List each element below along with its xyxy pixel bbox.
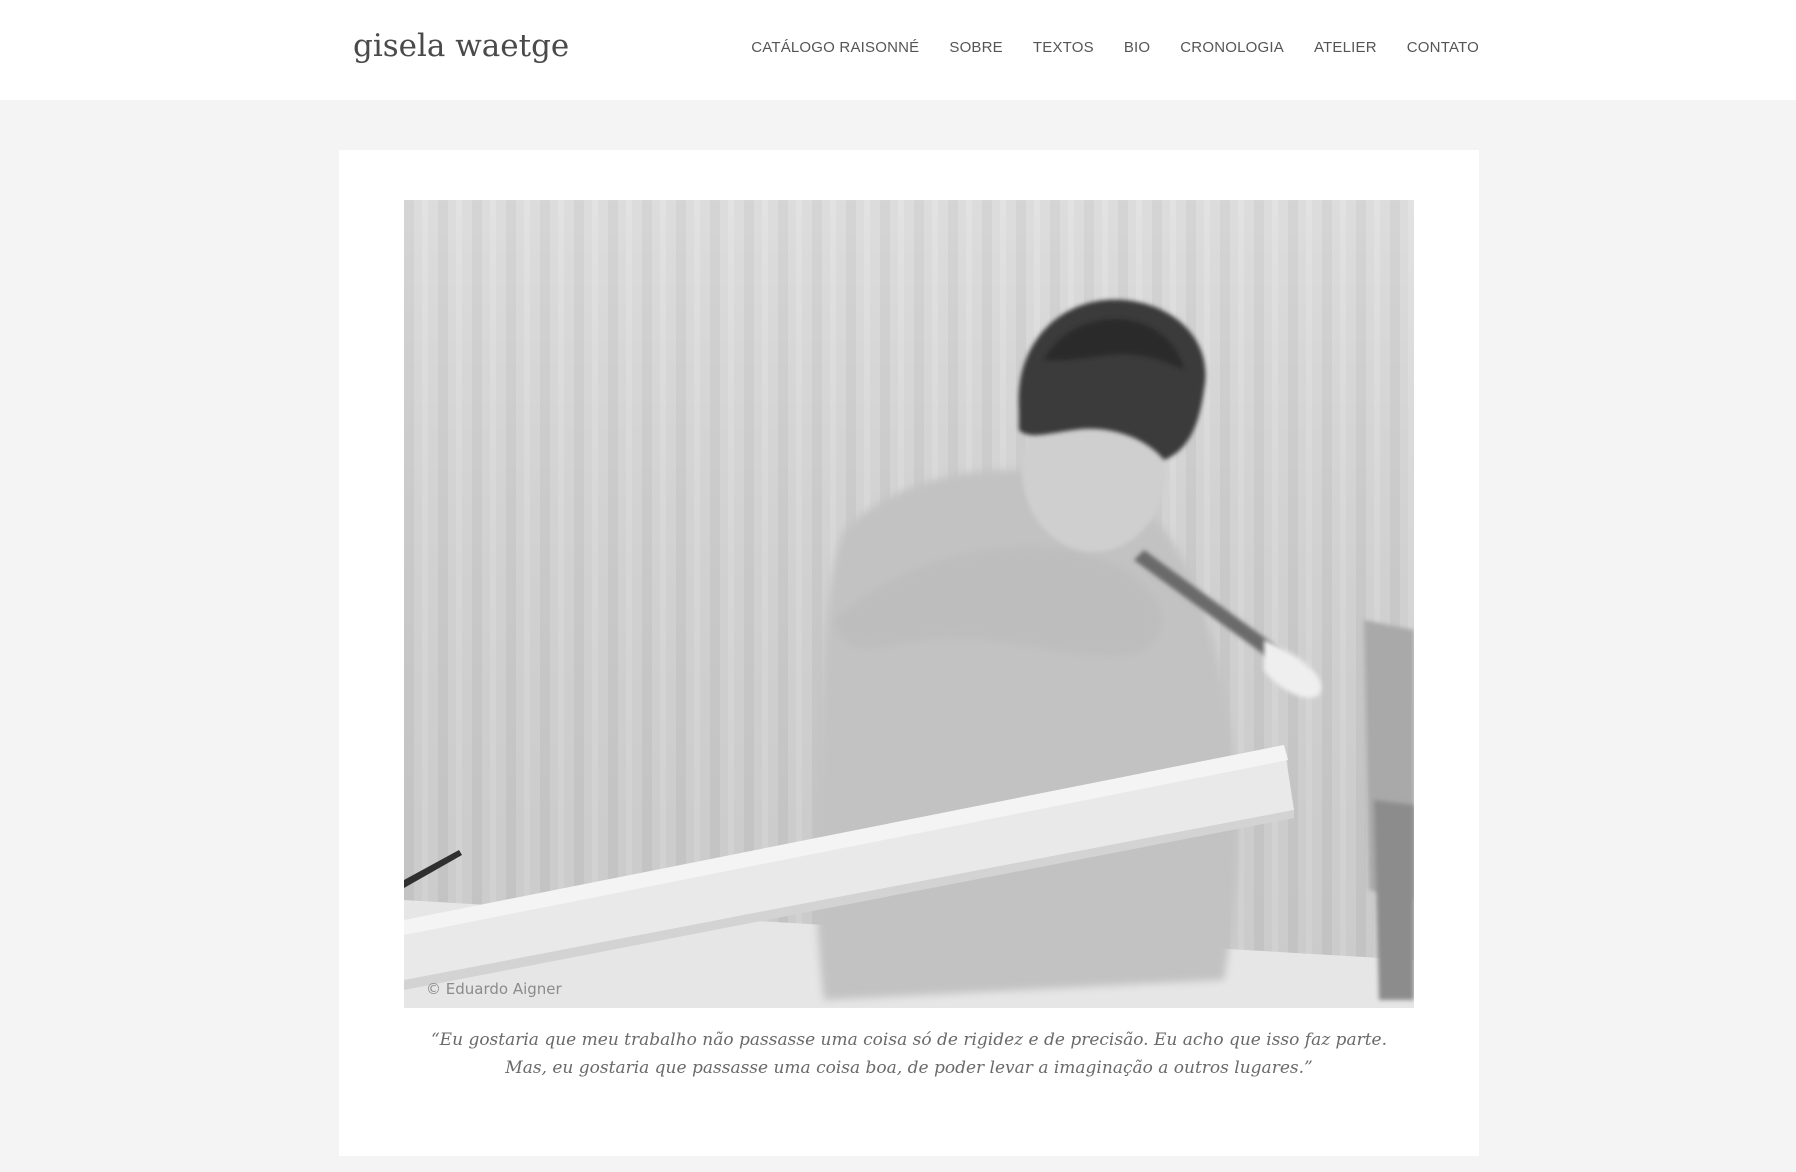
nav-atelier[interactable]: ATELIER [1314, 39, 1377, 56]
nav-bio[interactable]: BIO [1124, 39, 1150, 56]
main-nav: CATÁLOGO RAISONNÉ SOBRE TEXTOS BIO CRONO… [751, 39, 1479, 56]
nav-contato[interactable]: CONTATO [1407, 39, 1479, 56]
site-header: gisela waetge CATÁLOGO RAISONNÉ SOBRE TE… [0, 0, 1796, 100]
content-card: © Eduardo Aigner “Eu gostaria que meu tr… [339, 150, 1479, 1156]
artist-photo-illustration [404, 200, 1414, 1008]
nav-textos[interactable]: TEXTOS [1033, 39, 1094, 56]
quote-line-2: Mas, eu gostaria que passasse uma coisa … [505, 1058, 1313, 1078]
nav-cronologia[interactable]: CRONOLOGIA [1180, 39, 1284, 56]
site-title-link[interactable]: gisela waetge [353, 28, 569, 64]
quote-caption: “Eu gostaria que meu trabalho não passas… [339, 1026, 1479, 1082]
photo-credit: © Eduardo Aigner [426, 980, 562, 998]
nav-sobre[interactable]: SOBRE [949, 39, 1003, 56]
artist-photo: © Eduardo Aigner [404, 200, 1414, 1008]
nav-catalogo-raisonne[interactable]: CATÁLOGO RAISONNÉ [751, 39, 919, 56]
quote-line-1: “Eu gostaria que meu trabalho não passas… [430, 1030, 1388, 1050]
